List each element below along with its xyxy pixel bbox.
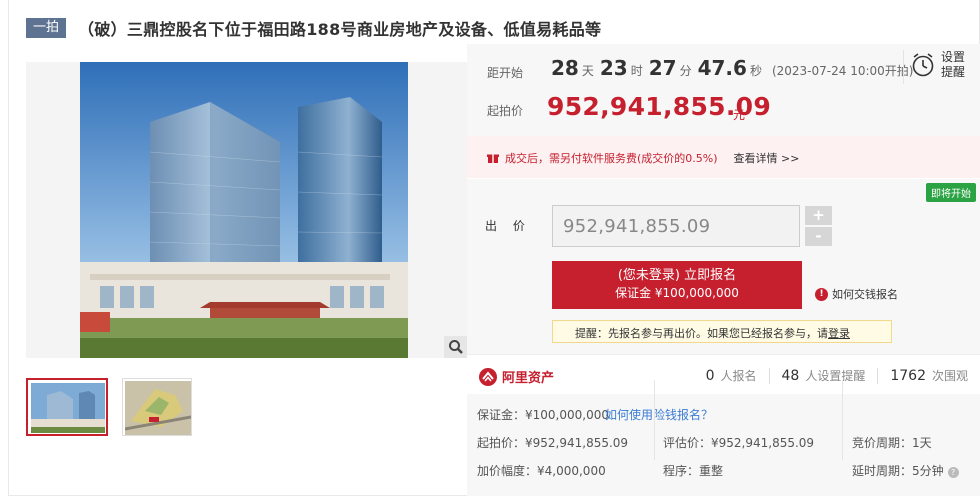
- stats-bar: 阿里资产 0 人报名 48 人设置提醒 1762 次围观: [467, 354, 980, 394]
- countdown-minutes: 27: [648, 56, 677, 80]
- alarm-clock-icon: [912, 53, 934, 77]
- reminder-count: 48: [781, 368, 800, 384]
- status-badge: 即将开始: [926, 183, 976, 202]
- signup-button[interactable]: (您未登录) 立即报名 保证金 ¥100,000,000: [552, 261, 802, 309]
- signup-count-label: 人报名: [720, 369, 757, 383]
- deposit-info: 保证金：¥100,000,000: [477, 408, 609, 422]
- days-unit: 天: [581, 64, 594, 78]
- signup-button-label: (您未登录) 立即报名: [617, 268, 737, 283]
- start-price-label: 起拍价: [487, 104, 524, 118]
- set-reminder-button[interactable]: 设置 提醒: [911, 50, 965, 80]
- stat-divider: [768, 367, 770, 384]
- stat-divider: [877, 367, 879, 384]
- increment-info: 加价幅度：¥4,000,000: [477, 464, 606, 478]
- reminder-count-label: 人设置提醒: [805, 369, 866, 383]
- fee-details-link[interactable]: 查看详情 >>: [734, 150, 800, 166]
- start-price-info: 起拍价：¥952,941,855.09: [477, 436, 629, 450]
- bid-amount-input[interactable]: 952,941,855.09: [552, 205, 800, 247]
- view-count-label: 次围观: [931, 369, 968, 383]
- logo-glyph-icon: [482, 370, 494, 382]
- stat-counters: 0 人报名 48 人设置提醒 1762 次围观: [706, 367, 968, 384]
- price-unit: 元: [733, 108, 746, 122]
- countdown-label: 距开始: [487, 66, 524, 80]
- thumbnail-1[interactable]: [26, 378, 108, 436]
- fee-notice-text: 成交后，需另付软件服务费(成交价的0.5%): [505, 152, 718, 165]
- countdown: 28 天 23 时 27 分 47.6 秒 (2023-07-24 10:00开…: [551, 56, 913, 80]
- bid-label: 出 价: [485, 219, 531, 233]
- countdown-hours: 23: [599, 56, 628, 80]
- divider: [903, 50, 904, 84]
- view-count: 1762: [890, 368, 926, 384]
- countdown-seconds: 47.6: [697, 56, 747, 80]
- details-divider: [654, 380, 655, 460]
- page-title: （破）三鼎控股名下位于福田路188号商业房地产及设备、低值易耗品等: [78, 20, 602, 39]
- magnifier-icon: [449, 340, 463, 354]
- hours-unit: 时: [630, 64, 643, 78]
- auction-details: 保证金：¥100,000,000 如何使用险钱报名？ 起拍价：¥952,941,…: [467, 396, 980, 496]
- ali-assets-logo: 阿里资产: [479, 367, 554, 386]
- title-bar: 一拍 （破）三鼎控股名下位于福田路188号商业房地产及设备、低值易耗品等: [26, 16, 601, 40]
- login-link[interactable]: 登录: [828, 327, 850, 340]
- question-icon[interactable]: ?: [947, 467, 959, 478]
- fee-notice: 成交后，需另付软件服务费(成交价的0.5%) 查看详情 >>: [487, 150, 799, 166]
- auction-period-info: 竞价周期：1天: [852, 436, 932, 450]
- auction-round-tag: 一拍: [26, 18, 67, 38]
- details-divider: [842, 380, 843, 460]
- ali-assets-logo-mark: [479, 367, 497, 386]
- signup-count: 0: [705, 368, 715, 384]
- decrease-bid-button[interactable]: -: [805, 227, 832, 246]
- thumbnail-site-plan-image: [124, 381, 192, 435]
- reminder-line1: 设置: [941, 50, 966, 64]
- delay-period-text: 延时周期：5分钟: [852, 464, 944, 478]
- start-time: (2023-07-24 10:00开拍): [771, 64, 914, 78]
- reminder-line2: 提醒: [941, 65, 966, 79]
- login-tip-text: 提醒：先报名参与再出价。如果您已经报名参与，请: [575, 327, 828, 340]
- zoom-button[interactable]: [444, 336, 468, 358]
- fee-notice-box: 成交后，需另付软件服务费(成交价的0.5%) 查看详情 >>: [467, 136, 980, 178]
- signup-deposit-label: 保证金 ¥100,000,000: [615, 286, 739, 300]
- brand-name: 阿里资产: [502, 371, 555, 386]
- minutes-unit: 分: [679, 64, 692, 78]
- thumbnail-2[interactable]: [122, 378, 192, 436]
- countdown-days: 28: [551, 56, 579, 80]
- countdown-box: 距开始 28 天 23 时 27 分 47.6 秒 (2023-07-24 10…: [467, 44, 980, 136]
- increase-bid-button[interactable]: +: [805, 206, 832, 225]
- procedure-info: 程序：重整: [663, 464, 724, 478]
- info-icon: !: [815, 287, 828, 301]
- appraisal-info: 评估价：¥952,941,855.09: [663, 436, 815, 450]
- login-tip: 提醒：先报名参与再出价。如果您已经报名参与，请登录: [552, 320, 892, 343]
- gift-icon: [487, 154, 499, 163]
- insurance-signup-link-text[interactable]: 如何使用险钱报名？: [605, 408, 713, 422]
- delay-period-info: 延时周期：5分钟?: [852, 462, 959, 479]
- building-photo: [80, 62, 408, 358]
- insurance-signup-link[interactable]: 如何使用险钱报名？: [605, 406, 713, 423]
- thumbnail-building-image: [31, 383, 105, 433]
- how-to-pay-link[interactable]: ! 如何交钱报名: [815, 286, 898, 302]
- main-photo[interactable]: [26, 62, 468, 358]
- seconds-unit: 秒: [749, 64, 762, 78]
- how-to-pay-text: 如何交钱报名: [832, 288, 898, 301]
